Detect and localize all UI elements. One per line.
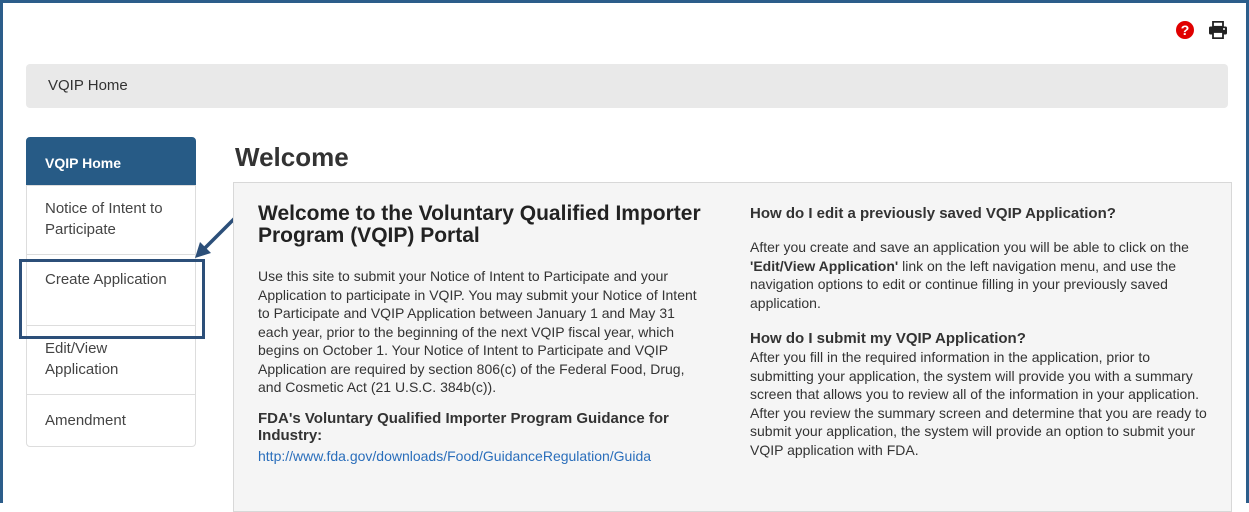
- page-title: Welcome: [235, 142, 349, 172]
- sidebar-item-vqip-home[interactable]: VQIP Home: [26, 137, 196, 186]
- faq-right-column: How do I edit a previously saved VQIP Ap…: [750, 205, 1210, 459]
- sidebar-item-notice-of-intent[interactable]: Notice of Intent to Participate: [26, 185, 196, 255]
- faq-answer-submit: After you fill in the required informati…: [750, 349, 1207, 458]
- printer-icon[interactable]: [1208, 21, 1228, 39]
- welcome-heading: Welcome to the Voluntary Qualified Impor…: [258, 202, 701, 247]
- breadcrumb: VQIP Home: [26, 64, 1228, 108]
- welcome-panel: Welcome to the Voluntary Qualified Impor…: [233, 182, 1232, 512]
- welcome-left-column: Welcome to the Voluntary Qualified Impor…: [258, 203, 708, 465]
- guidance-heading: FDA's Voluntary Qualified Importer Progr…: [258, 409, 669, 444]
- faq-question-submit: How do I submit my VQIP Application?: [750, 330, 1026, 347]
- faq-answer-edit: After you create and save an application…: [750, 238, 1210, 312]
- breadcrumb-home[interactable]: VQIP Home: [48, 77, 128, 94]
- highlight-box: [19, 259, 205, 339]
- welcome-paragraph: Use this site to submit your Notice of I…: [258, 268, 697, 395]
- faq-question-edit: How do I edit a previously saved VQIP Ap…: [750, 205, 1116, 222]
- faq-answer-edit-bold: 'Edit/View Application': [750, 257, 899, 274]
- question-circle-icon[interactable]: ?: [1176, 21, 1194, 39]
- sidebar-item-amendment[interactable]: Amendment: [26, 394, 196, 447]
- faq-answer-edit-text-1: After you create and save an application…: [750, 239, 1189, 255]
- top-toolbar: ?: [1176, 21, 1228, 39]
- guidance-link[interactable]: http://www.fda.gov/downloads/Food/Guidan…: [258, 447, 708, 465]
